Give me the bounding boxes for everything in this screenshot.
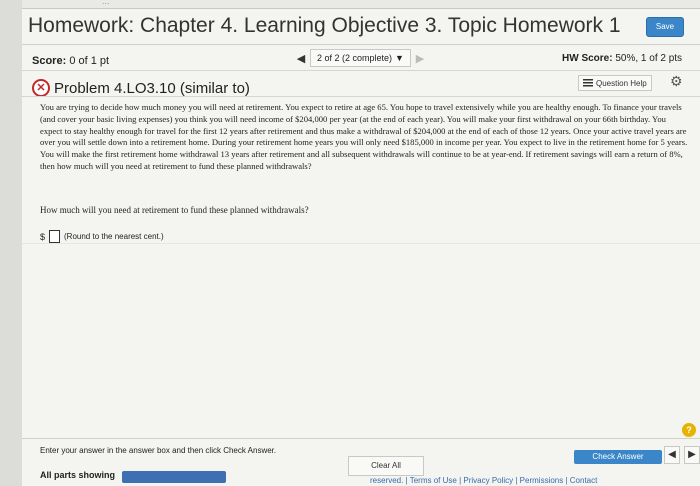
- divider: [22, 438, 700, 439]
- hw-score-display: HW Score: 50%, 1 of 2 pts: [562, 53, 682, 64]
- chevron-down-icon: ▼: [395, 53, 404, 63]
- question-selector[interactable]: 2 of 2 (2 complete) ▼: [310, 49, 411, 67]
- hw-score-value: 50%, 1 of 2 pts: [615, 53, 683, 64]
- next-question-icon[interactable]: ▶: [411, 52, 429, 65]
- previous-icon[interactable]: ◀: [664, 446, 680, 464]
- hw-score-label: HW Score:: [562, 53, 613, 64]
- score-display: Score: 0 of 1 pt: [32, 55, 109, 67]
- homework-page: ... Homework: Chapter 4. Learning Object…: [22, 0, 700, 486]
- divider: [22, 44, 700, 45]
- question-help-label: Question Help: [596, 78, 647, 88]
- problem-title: Problem 4.LO3.10 (similar to): [54, 79, 250, 97]
- dollar-sign: $: [40, 231, 46, 242]
- footer-navigation: ◀ ▶: [664, 446, 700, 464]
- score-value: 0 of 1 pt: [69, 55, 110, 67]
- save-button[interactable]: Save: [646, 17, 684, 37]
- problem-header: ✕ Problem 4.LO3.10 (similar to): [32, 79, 250, 97]
- divider: [22, 70, 700, 71]
- problem-statement: You are trying to decide how much money …: [40, 102, 688, 171]
- list-icon: [583, 79, 593, 87]
- previous-question-icon[interactable]: ◀: [292, 52, 310, 65]
- answer-hint: (Round to the nearest cent.): [64, 232, 164, 241]
- gear-icon[interactable]: ⚙: [670, 73, 683, 90]
- question-help-button[interactable]: Question Help: [578, 75, 652, 91]
- score-label: Score:: [32, 55, 67, 67]
- question-text: How much will you need at retirement to …: [40, 205, 309, 215]
- incorrect-x-icon: ✕: [32, 79, 50, 97]
- help-icon[interactable]: ?: [682, 423, 696, 437]
- instruction-text: Enter your answer in the answer box and …: [40, 446, 277, 455]
- divider: [22, 96, 700, 97]
- top-strip-text: ...: [102, 0, 110, 6]
- top-strip: ...: [22, 0, 700, 9]
- footer-links[interactable]: reserved. | Terms of Use | Privacy Polic…: [370, 476, 597, 485]
- check-answer-button[interactable]: Check Answer: [574, 450, 662, 464]
- next-icon[interactable]: ▶: [684, 446, 700, 464]
- parts-showing-label: All parts showing: [40, 470, 116, 480]
- question-progress-text: 2 of 2 (2 complete): [317, 53, 393, 63]
- parts-progress-bar: [122, 471, 226, 483]
- answer-input[interactable]: [49, 230, 61, 243]
- divider: [22, 243, 700, 244]
- clear-all-button[interactable]: Clear All: [348, 456, 424, 476]
- answer-row: $ (Round to the nearest cent.): [40, 230, 164, 243]
- page-title: Homework: Chapter 4. Learning Objective …: [28, 14, 621, 37]
- question-navigation: ◀ 2 of 2 (2 complete) ▼ ▶: [292, 49, 429, 67]
